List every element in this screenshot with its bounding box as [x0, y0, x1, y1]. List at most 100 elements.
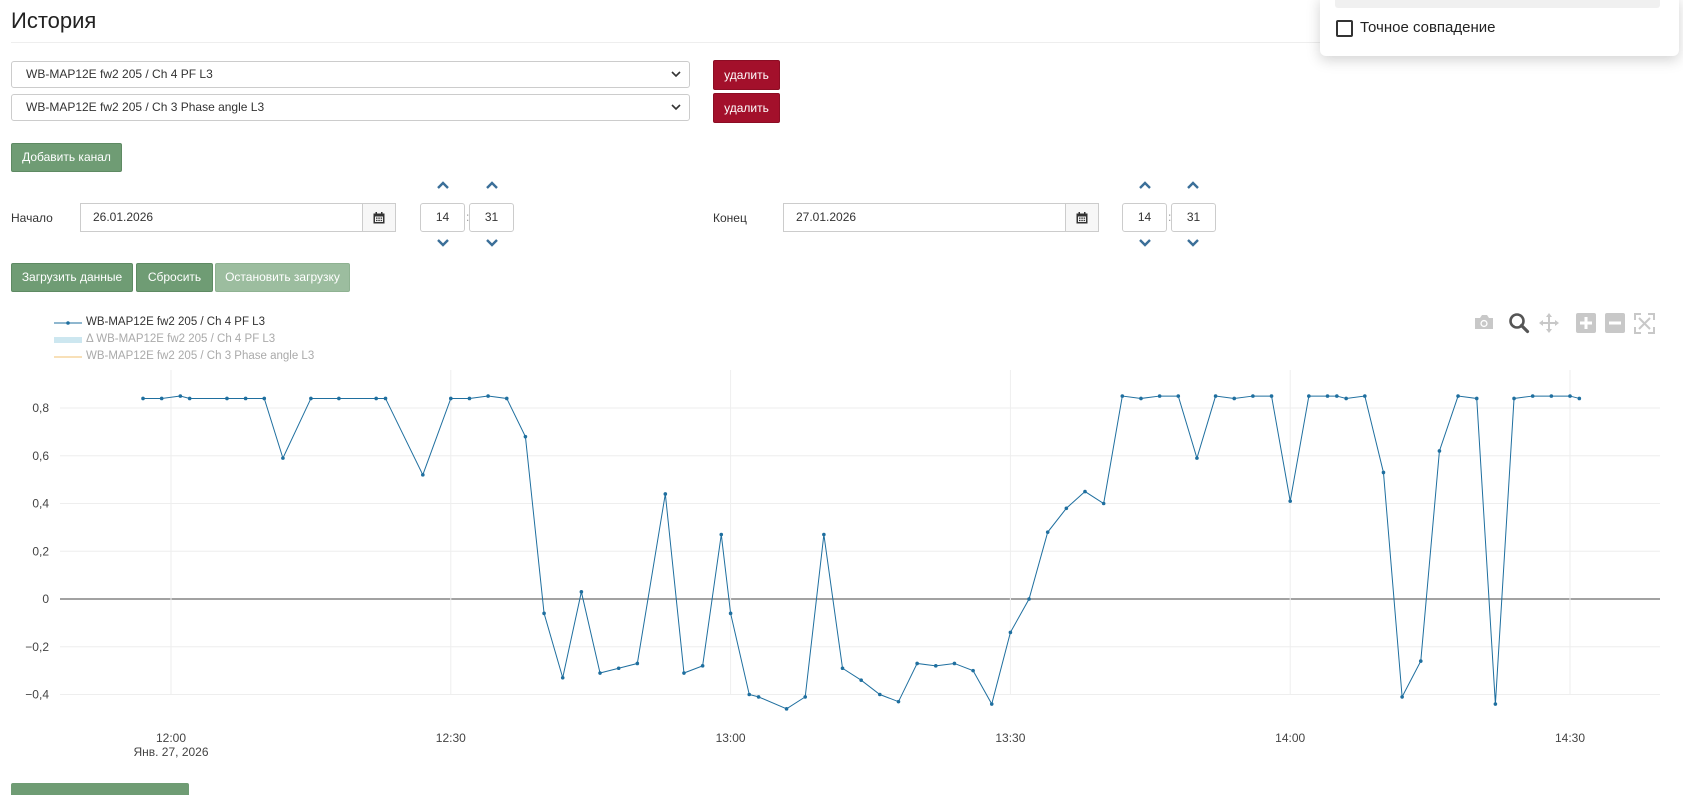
end-calendar-button[interactable]	[1065, 203, 1099, 232]
x-tick-label: 14:00	[1275, 731, 1305, 745]
data-point	[225, 396, 229, 401]
x-axis-ticks: 12:00 12:30 13:00 13:30 14:00 14:30 Янв. 27, 2…	[133, 731, 1585, 759]
data-point	[1549, 394, 1554, 398]
data-point	[1418, 659, 1423, 663]
data-point	[896, 699, 901, 704]
data-point	[449, 396, 453, 401]
history-chart[interactable]: 0,8 0,6 0,4 0,2 0 −0,2 −0,4 12:00 12:30 13:00 13:…	[0, 360, 1683, 780]
calendar-icon	[1076, 211, 1088, 223]
y-axis-ticks: 0,8 0,6 0,4 0,2 0 −0,2 −0,4	[25, 401, 49, 702]
data-point	[663, 492, 668, 496]
chevron-down-icon	[671, 71, 681, 78]
start-minute-down-icon[interactable]	[485, 238, 499, 248]
start-date-input[interactable]: 26.01.2026	[80, 203, 363, 232]
delete-channel-1-button[interactable]: удалить	[713, 60, 780, 90]
exact-match-checkbox[interactable]	[1336, 20, 1353, 37]
end-date-input[interactable]: 27.01.2026	[783, 203, 1066, 232]
end-minute-up-icon[interactable]	[1186, 180, 1200, 190]
data-point	[560, 675, 565, 680]
data-point	[1251, 394, 1255, 398]
data-point	[1381, 470, 1386, 475]
start-hour-up-icon[interactable]	[436, 180, 450, 190]
start-hour-down-icon[interactable]	[436, 238, 450, 248]
data-point	[1232, 396, 1237, 401]
x-tick-label: 13:30	[995, 731, 1025, 745]
search-popup: Точное совпадение	[1320, 0, 1679, 56]
data-point	[1344, 396, 1348, 401]
end-minute-input[interactable]: 31	[1171, 203, 1216, 232]
legend-label-pf: WB-MAP12E fw2 205 / Ch 4 PF L3	[86, 316, 265, 328]
data-point	[309, 396, 313, 401]
data-point	[1437, 449, 1442, 453]
data-point	[803, 695, 808, 699]
data-point	[700, 664, 705, 668]
legend-fill-marker	[54, 337, 82, 343]
data-point	[971, 668, 975, 673]
start-minute-up-icon[interactable]	[485, 180, 499, 190]
data-point	[243, 396, 248, 401]
start-minute-input[interactable]: 31	[469, 203, 514, 232]
data-point	[1568, 394, 1572, 398]
zoom-out-icon[interactable]	[1605, 313, 1625, 333]
channel-select-1[interactable]: WB-MAP12E fw2 205 / Ch 4 PF L3	[11, 61, 690, 88]
data-point	[281, 456, 285, 460]
data-point	[178, 394, 183, 398]
export-button-edge[interactable]	[11, 783, 189, 795]
zoom-icon[interactable]	[1508, 312, 1530, 334]
zoom-in-icon[interactable]	[1576, 313, 1596, 333]
data-point	[616, 666, 621, 671]
data-point	[1474, 396, 1479, 401]
delete-channel-2-button[interactable]: удалить	[713, 93, 780, 123]
data-point	[1530, 394, 1535, 398]
data-point	[1195, 456, 1199, 460]
pan-icon[interactable]	[1538, 312, 1560, 334]
autoscale-icon[interactable]	[1634, 313, 1655, 334]
calendar-icon	[373, 211, 385, 223]
data-point	[486, 394, 490, 398]
data-point	[187, 396, 192, 401]
data-point	[989, 702, 994, 706]
data-point	[859, 678, 863, 682]
data-point	[598, 671, 602, 675]
data-point	[1008, 630, 1013, 635]
chart-grid	[60, 370, 1660, 695]
exact-match-label[interactable]: Точное совпадение	[1360, 19, 1496, 36]
channel-select-2[interactable]: WB-MAP12E fw2 205 / Ch 3 Phase angle L3	[11, 94, 690, 121]
legend-label-pf-delta: Δ WB-MAP12E fw2 205 / Ch 4 PF L3	[86, 333, 276, 345]
start-calendar-button[interactable]	[362, 203, 396, 232]
data-point	[784, 707, 789, 711]
data-point	[682, 671, 686, 675]
load-data-button[interactable]: Загрузить данные	[11, 263, 133, 292]
data-point	[1363, 394, 1367, 398]
stop-loading-button[interactable]: Остановить загрузку	[215, 263, 350, 292]
data-point	[747, 692, 752, 697]
data-point	[728, 611, 733, 616]
data-point	[933, 664, 938, 668]
data-point	[1213, 394, 1218, 398]
start-hour-input[interactable]: 14	[420, 203, 465, 232]
end-hour-up-icon[interactable]	[1138, 180, 1152, 190]
data-point	[1027, 597, 1031, 601]
series-pf-l3	[141, 394, 1582, 711]
data-point	[374, 396, 378, 401]
reset-button[interactable]: Сбросить	[136, 263, 213, 292]
search-popup-input-edge[interactable]	[1335, 0, 1660, 8]
y-tick-label: 0	[42, 592, 49, 606]
camera-icon[interactable]	[1473, 313, 1495, 331]
data-point	[504, 396, 509, 401]
end-hour-down-icon[interactable]	[1138, 238, 1152, 248]
y-tick-label: 0,2	[32, 544, 49, 558]
channel-select-1-value: WB-MAP12E fw2 205 / Ch 4 PF L3	[26, 67, 213, 81]
end-hour-input[interactable]: 14	[1122, 203, 1167, 232]
y-tick-label: 0,4	[32, 497, 49, 511]
data-point	[1083, 489, 1087, 494]
data-point	[1288, 499, 1292, 503]
x-tick-label: 12:30	[436, 731, 466, 745]
data-point	[1139, 396, 1143, 401]
data-point	[542, 611, 546, 616]
add-channel-button[interactable]: Добавить канал	[11, 143, 122, 172]
end-minute-down-icon[interactable]	[1186, 238, 1200, 248]
data-point	[262, 396, 267, 401]
x-tick-label: 12:00	[156, 731, 186, 745]
data-point	[1325, 394, 1330, 398]
